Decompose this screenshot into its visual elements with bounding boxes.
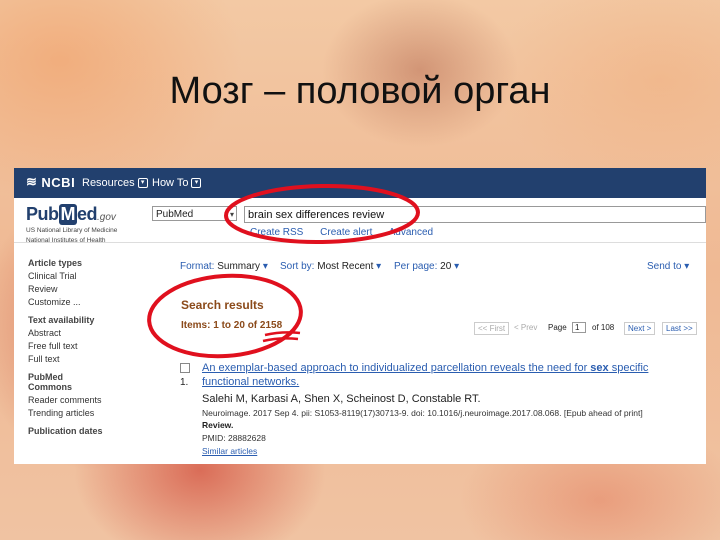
slide-title: Мозг – половой орган	[169, 70, 551, 112]
page-input[interactable]: 1	[572, 322, 586, 333]
publication-dates-heading: Publication dates	[28, 426, 103, 436]
page-total: of 108	[592, 323, 615, 332]
article-types-heading: Article types	[28, 258, 83, 268]
send-to-dropdown[interactable]: Send to ▾	[647, 261, 689, 272]
items-count: Items: 1 to 20 of 2158	[181, 320, 283, 331]
chevron-down-icon: ▾	[137, 178, 148, 188]
page-label: Page	[548, 323, 567, 332]
howto-menu[interactable]: How To ▾	[152, 177, 202, 189]
filter-clinical-trial[interactable]: Clinical Trial	[28, 271, 148, 281]
ncbi-logo[interactable]: ≋ NCBI	[26, 174, 75, 190]
ncbi-header-bar: ≋ NCBI Resources ▾ How To ▾	[14, 168, 706, 198]
last-page-button[interactable]: Last >>	[662, 322, 697, 335]
reader-comments-link[interactable]: Reader comments	[28, 395, 148, 405]
database-select[interactable]: PubMed	[152, 206, 237, 221]
divider	[14, 242, 706, 243]
chevron-down-icon: ▾	[191, 178, 202, 188]
filter-full-text[interactable]: Full text	[28, 354, 148, 364]
advanced-link[interactable]: Advanced	[389, 227, 433, 238]
search-input[interactable]: brain sex differences review	[244, 206, 706, 223]
search-results-heading: Search results	[181, 298, 264, 312]
result-pmid: PMID: 28882628	[202, 433, 266, 443]
pubmed-logo[interactable]: Pub Med.gov US National Library of Medici…	[26, 204, 117, 245]
result-citation: Neuroimage. 2017 Sep 4. pii: S1053-8119(…	[202, 408, 643, 418]
result-authors: Salehi M, Karbasi A, Shen X, Scheinost D…	[202, 393, 481, 405]
first-page-button[interactable]: << First	[474, 322, 510, 335]
similar-articles-link[interactable]: Similar articles	[202, 446, 257, 456]
prev-page-button[interactable]: < Prev	[514, 323, 537, 332]
filter-free-full-text[interactable]: Free full text	[28, 341, 148, 351]
filter-abstract[interactable]: Abstract	[28, 328, 148, 338]
text-availability-heading: Text availability	[28, 315, 95, 325]
format-dropdown[interactable]: Format: Summary ▾	[180, 261, 268, 272]
pubmed-screenshot: ≋ NCBI Resources ▾ How To ▾ Pub Med.gov U…	[14, 168, 706, 464]
result-checkbox[interactable]	[180, 363, 190, 373]
resources-menu[interactable]: Resources ▾	[82, 177, 148, 189]
ncbi-helix-icon: ≋	[26, 174, 38, 189]
result-number: 1.	[180, 377, 189, 388]
nih-line: National Institutes of Health	[26, 237, 106, 244]
pubmed-commons-heading: PubMed Commons	[28, 372, 73, 392]
filter-sidebar: Article types Clinical Trial Review Cust…	[28, 258, 148, 436]
chevron-down-icon: ▾	[376, 261, 382, 272]
search-links: Create RSS Create alert Advanced	[250, 227, 447, 238]
nlm-line: US National Library of Medicine	[26, 227, 118, 234]
sort-dropdown[interactable]: Sort by: Most Recent ▾	[280, 261, 381, 272]
per-page-dropdown[interactable]: Per page: 20 ▾	[394, 261, 459, 272]
filter-customize[interactable]: Customize ...	[28, 297, 148, 307]
trending-articles-link[interactable]: Trending articles	[28, 408, 148, 418]
create-alert-link[interactable]: Create alert	[320, 227, 372, 238]
result-title-link[interactable]: An exemplar-based approach to individual…	[202, 361, 682, 389]
chevron-down-icon: ▾	[684, 261, 690, 272]
next-page-button[interactable]: Next >	[624, 322, 656, 335]
chevron-down-icon: ▾	[230, 210, 235, 219]
result-type: Review.	[202, 420, 234, 430]
chevron-down-icon: ▾	[454, 261, 460, 272]
create-rss-link[interactable]: Create RSS	[250, 227, 303, 238]
chevron-down-icon: ▾	[262, 261, 268, 272]
filter-review[interactable]: Review	[28, 284, 148, 294]
